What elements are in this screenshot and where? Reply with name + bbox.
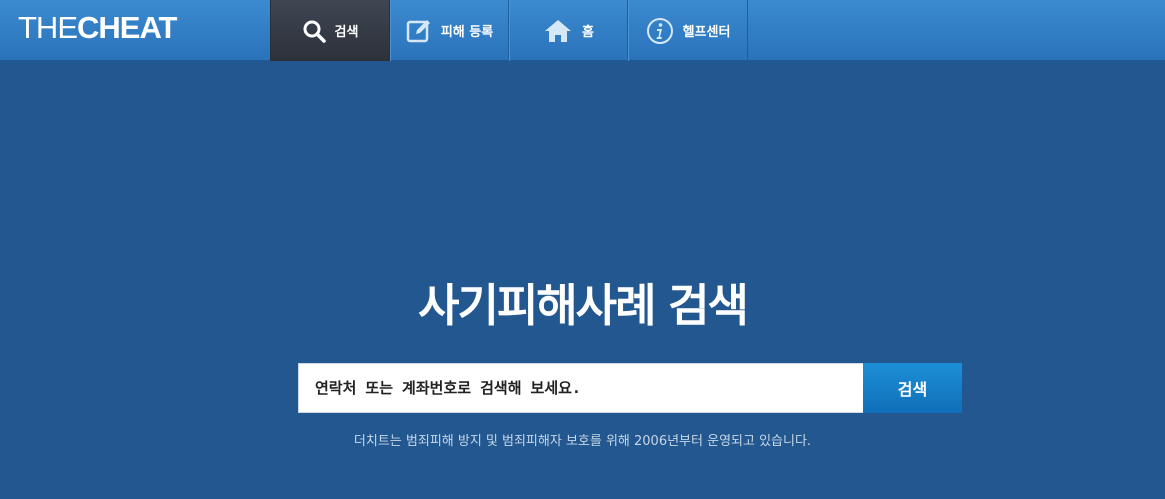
nav-item-search[interactable]: 검색	[270, 0, 390, 61]
home-icon	[545, 19, 572, 42]
nav-item-label: 검색	[334, 25, 359, 40]
nav-item-label: 홈	[582, 25, 594, 40]
info-icon	[646, 17, 673, 44]
main-nav: 검색 피해 등록 홈 헬프센터	[270, 0, 748, 61]
edit-icon	[406, 19, 430, 42]
search-form: 검색	[298, 363, 962, 413]
thecheat-logo[interactable]: THECHEAT	[18, 10, 177, 46]
page-title: 사기피해사례 검색	[418, 279, 749, 332]
search-input[interactable]	[298, 363, 863, 413]
search-icon	[303, 20, 326, 43]
nav-item-label: 헬프센터	[682, 25, 731, 40]
top-navigation-bar: THECHEAT 검색 피해 등록 홈 헬프센터	[0, 0, 1165, 61]
nav-item-help-center[interactable]: 헬프센터	[628, 0, 748, 61]
logo-text-the: THE	[18, 10, 78, 45]
nav-item-home[interactable]: 홈	[509, 0, 628, 61]
nav-item-register-damage[interactable]: 피해 등록	[390, 0, 509, 61]
nav-item-label: 피해 등록	[440, 25, 494, 40]
logo-text-cheat: CHEAT	[77, 10, 177, 45]
search-button[interactable]: 검색	[863, 363, 962, 413]
service-description: 더치트는 범죄피해 방지 및 범죄피해자 보호를 위해 2006년부터 운영되고…	[353, 434, 812, 449]
